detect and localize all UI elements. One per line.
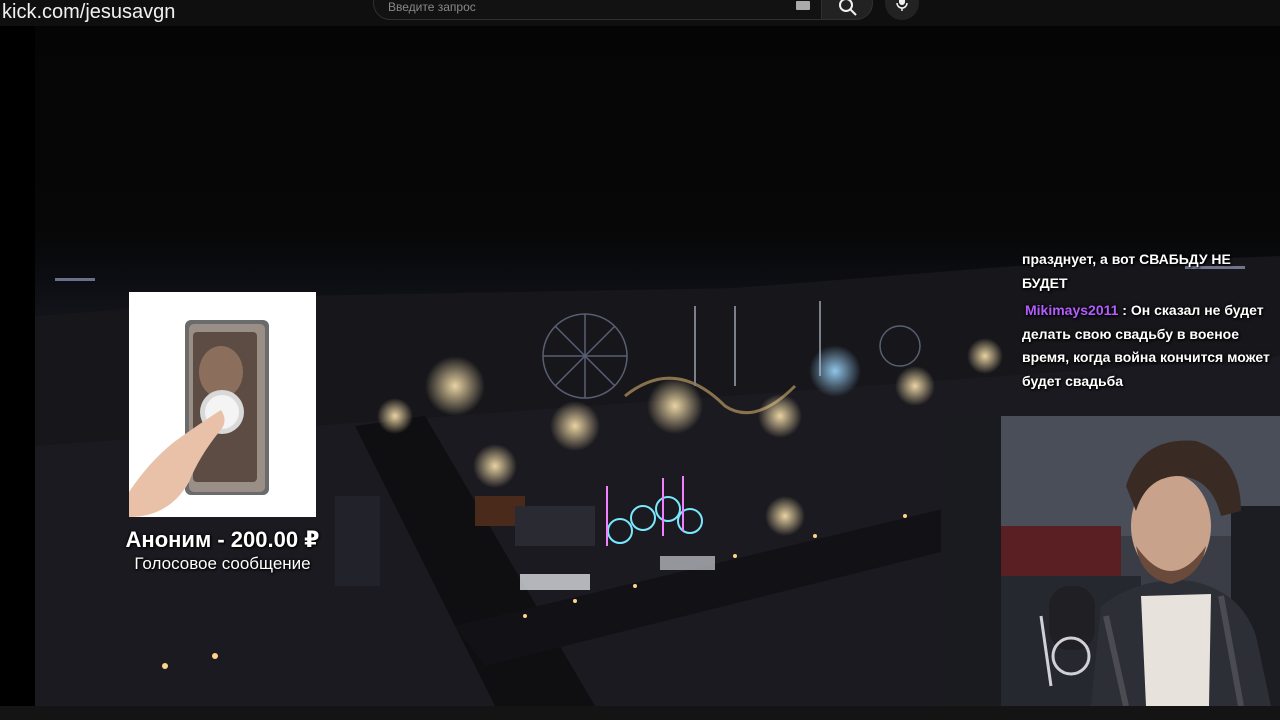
donation-title: Аноним - 200.00 ₽ — [125, 527, 320, 552]
chat-message: Mikimays2011 : Он сказал не будет делать… — [1022, 299, 1272, 393]
chat-separator: : — [1118, 302, 1131, 318]
chat-message-text: празднует, а вот СВАБЬДУ НЕ БУДЕТ — [1022, 251, 1231, 291]
donation-subtitle: Голосовое сообщение — [134, 554, 311, 573]
search-button[interactable] — [821, 0, 873, 20]
left-letterbox — [0, 26, 35, 706]
chat-overlay: празднует, а вот СВАБЬДУ НЕ БУДЕТ Mikima… — [1022, 248, 1272, 397]
bottom-bar — [0, 706, 1280, 720]
chat-message: празднует, а вот СВАБЬДУ НЕ БУДЕТ — [1022, 248, 1272, 295]
address-url[interactable]: kick.com/jesusavgn — [2, 0, 175, 24]
streamer-webcam-feed — [941, 416, 1280, 706]
voice-search-button[interactable] — [885, 0, 919, 20]
chat-username[interactable]: Mikimays2011 — [1025, 302, 1118, 318]
search-input[interactable] — [388, 0, 768, 15]
mic-icon — [896, 0, 908, 11]
donation-alert-image — [129, 292, 316, 517]
search-icon — [839, 0, 857, 16]
top-bar: kick.com/jesusavgn — [0, 0, 1280, 26]
webcam-overlay — [941, 416, 1280, 706]
doorbell-button-icon — [129, 292, 316, 517]
search-box[interactable] — [373, 0, 821, 20]
keyboard-icon[interactable] — [796, 1, 810, 10]
